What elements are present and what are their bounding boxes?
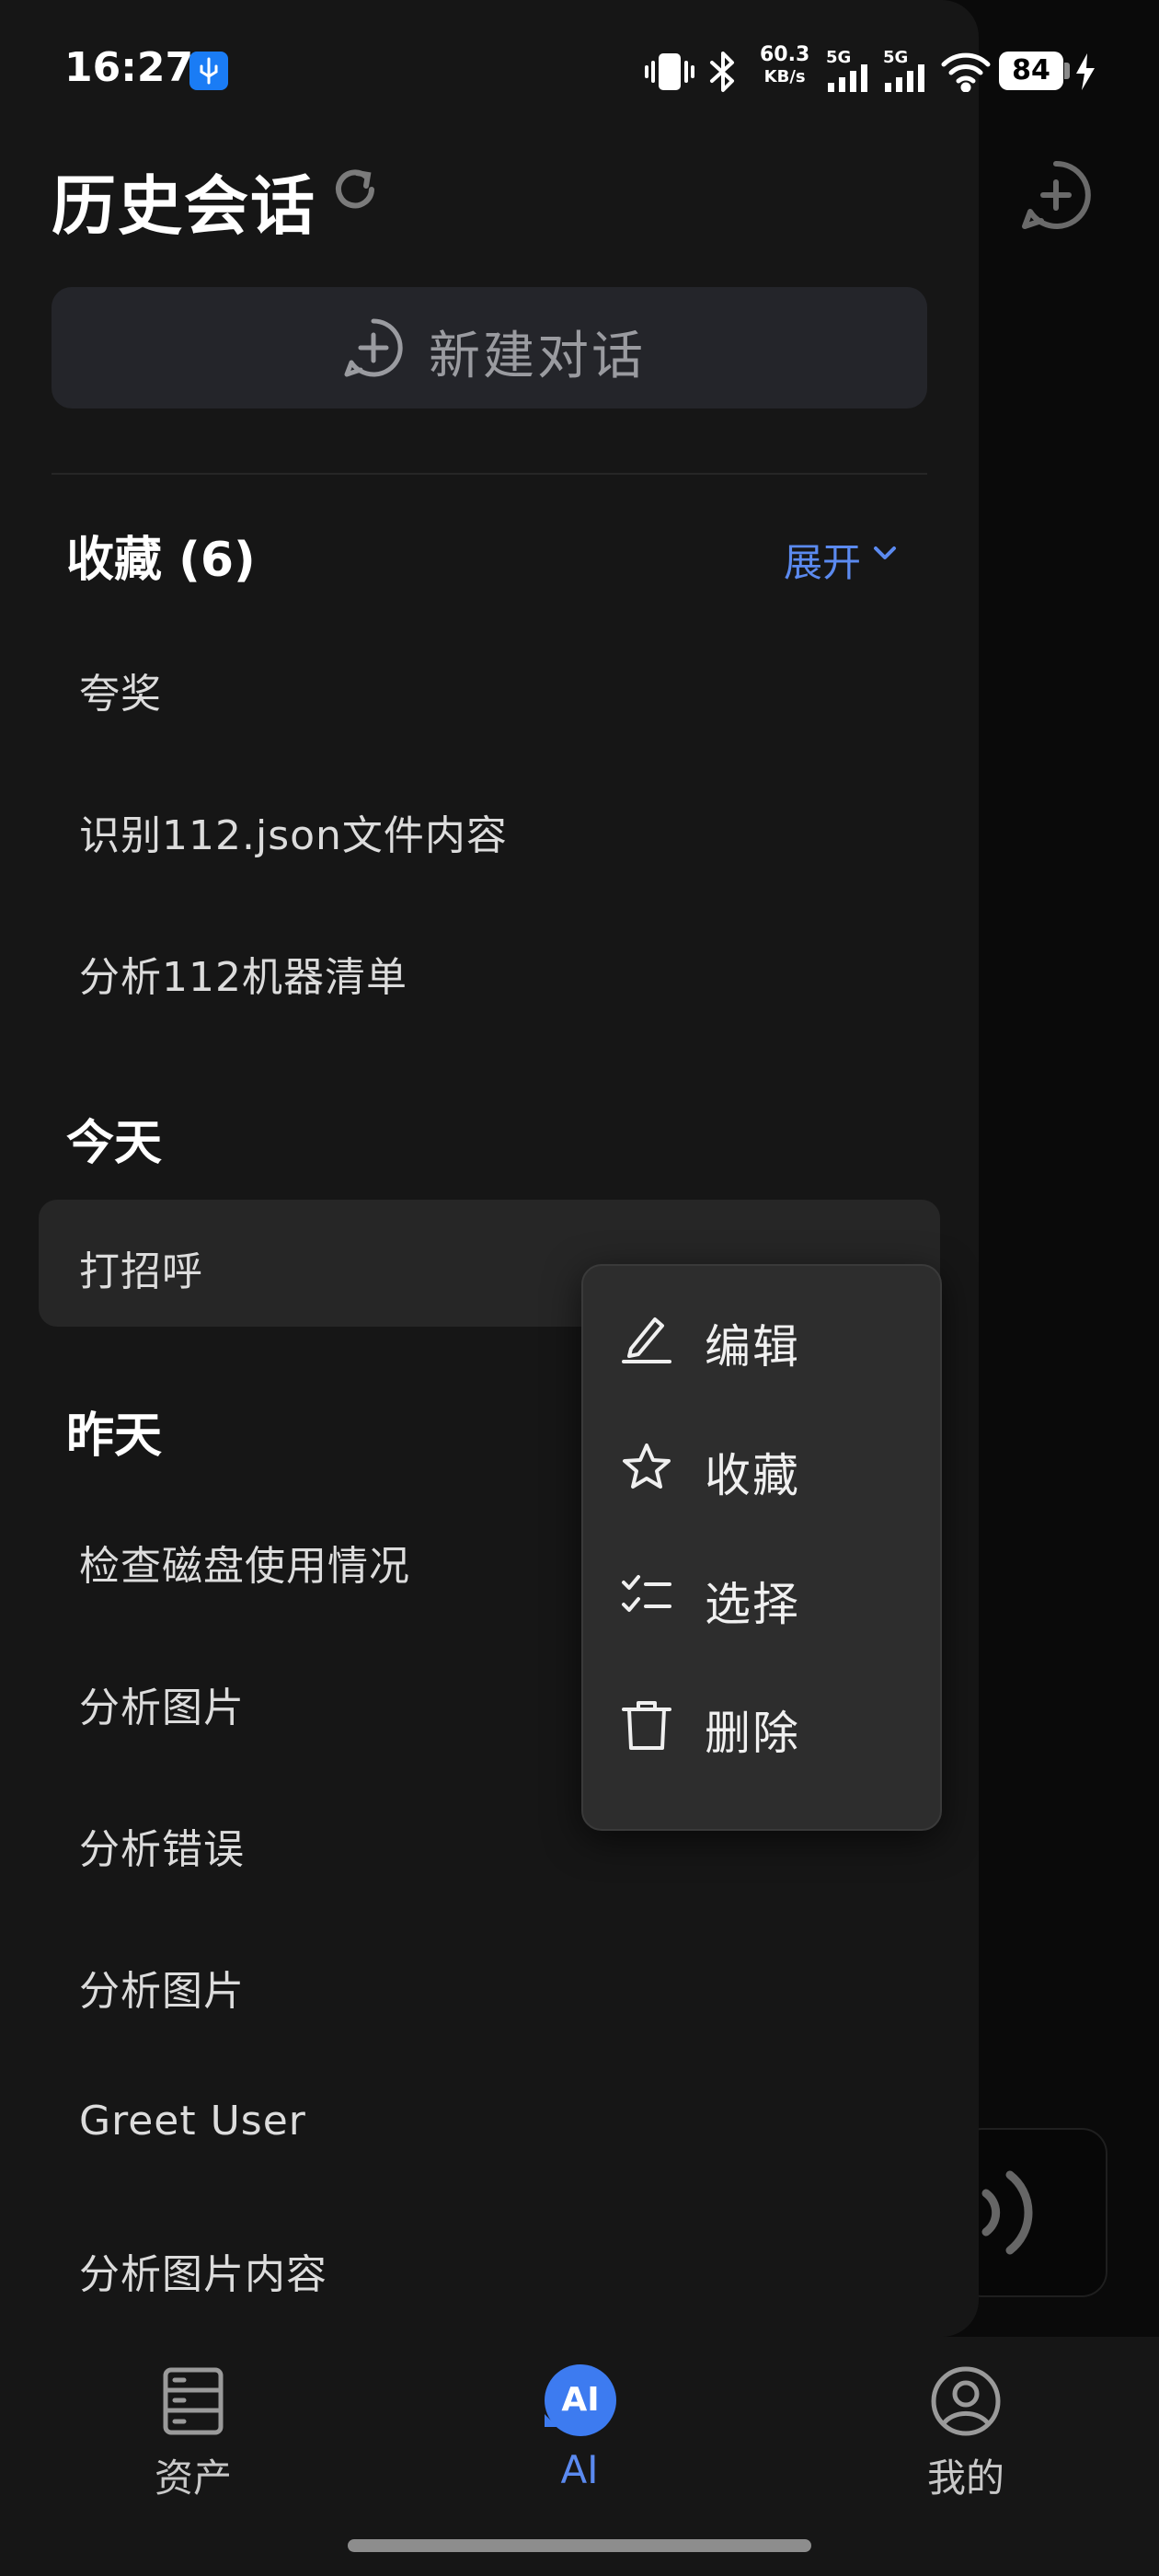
tab-label: 我的 bbox=[926, 2455, 1004, 2501]
tab-me[interactable]: 我的 bbox=[828, 2337, 1104, 2521]
tab-label: AI bbox=[560, 2447, 599, 2492]
net-speed: 60.3 KB/s bbox=[760, 43, 810, 87]
battery-indicator: 84 bbox=[999, 52, 1063, 90]
background-voice-icon bbox=[973, 2162, 1047, 2263]
status-icons: 60.3 KB/s 5G 5G 84 bbox=[644, 42, 1104, 101]
ai-badge-tail bbox=[545, 2414, 557, 2427]
list-item-yesterday[interactable]: 分析图片 bbox=[79, 1674, 245, 1733]
trash-icon bbox=[622, 1701, 671, 1750]
chevron-down-icon bbox=[874, 546, 896, 559]
add-chat-icon bbox=[344, 318, 403, 377]
new-chat-label: 新建对话 bbox=[429, 327, 646, 386]
menu-item-label: 收藏 bbox=[705, 1449, 800, 1502]
new-chat-button[interactable]: 新建对话 bbox=[52, 287, 927, 408]
menu-item-select[interactable]: 选择 bbox=[583, 1540, 940, 1650]
expand-favorites-button[interactable]: 展开 bbox=[784, 532, 896, 588]
history-drawer: 16:27 历史会话 新建对话 收藏 (6) 展开 夸奖 识别112.json文… bbox=[0, 0, 979, 2337]
list-item-favorite[interactable]: 夸奖 bbox=[79, 661, 162, 719]
background-new-chat-icon[interactable] bbox=[1019, 158, 1093, 232]
home-indicator[interactable] bbox=[348, 2539, 811, 2552]
list-item-yesterday[interactable]: 分析图片 bbox=[79, 1958, 245, 2017]
list-item-yesterday[interactable]: 分析错误 bbox=[79, 1816, 245, 1875]
list-item-favorite[interactable]: 识别112.json文件内容 bbox=[79, 802, 508, 861]
tab-ai[interactable]: AI AI bbox=[442, 2337, 717, 2521]
battery-tip bbox=[1064, 63, 1070, 79]
user-icon bbox=[931, 2366, 1001, 2436]
menu-item-label: 选择 bbox=[705, 1578, 800, 1631]
divider bbox=[52, 473, 927, 475]
usb-icon bbox=[189, 52, 228, 90]
menu-item-label: 编辑 bbox=[705, 1320, 800, 1374]
list-item-yesterday[interactable]: 检查磁盘使用情况 bbox=[79, 1533, 410, 1592]
context-menu: 编辑 收藏 选择 删除 bbox=[581, 1264, 942, 1831]
signal-icon bbox=[885, 64, 924, 92]
checklist-icon bbox=[622, 1575, 671, 1612]
menu-item-edit[interactable]: 编辑 bbox=[583, 1282, 940, 1393]
edit-icon bbox=[622, 1317, 671, 1363]
vibrate-icon bbox=[645, 53, 694, 90]
list-item-yesterday[interactable]: Greet User bbox=[79, 2098, 306, 2145]
list-item-favorite[interactable]: 分析112机器清单 bbox=[79, 944, 407, 1003]
star-icon bbox=[623, 1443, 671, 1489]
today-section-title: 今天 bbox=[66, 1116, 163, 1171]
signal-icon bbox=[828, 64, 867, 92]
expand-label: 展开 bbox=[784, 540, 862, 585]
favorites-section-title: 收藏 (6) bbox=[66, 533, 256, 588]
menu-item-favorite[interactable]: 收藏 bbox=[583, 1411, 940, 1522]
yesterday-section-title: 昨天 bbox=[66, 1409, 163, 1464]
list-item-today[interactable]: 打招呼 bbox=[79, 1238, 203, 1297]
menu-item-delete[interactable]: 删除 bbox=[583, 1669, 940, 1779]
menu-item-label: 删除 bbox=[705, 1707, 800, 1760]
status-time: 16:27 bbox=[64, 44, 194, 91]
tab-assets[interactable]: 资产 bbox=[55, 2337, 331, 2521]
server-icon bbox=[163, 2367, 224, 2435]
tab-label: 资产 bbox=[154, 2455, 232, 2501]
charging-icon bbox=[1076, 53, 1095, 90]
page-title: 历史会话 bbox=[52, 168, 316, 244]
refresh-icon[interactable] bbox=[329, 164, 381, 215]
wifi-icon bbox=[941, 52, 991, 92]
list-item-yesterday[interactable]: 分析图片内容 bbox=[79, 2241, 327, 2300]
bluetooth-icon bbox=[710, 52, 734, 92]
